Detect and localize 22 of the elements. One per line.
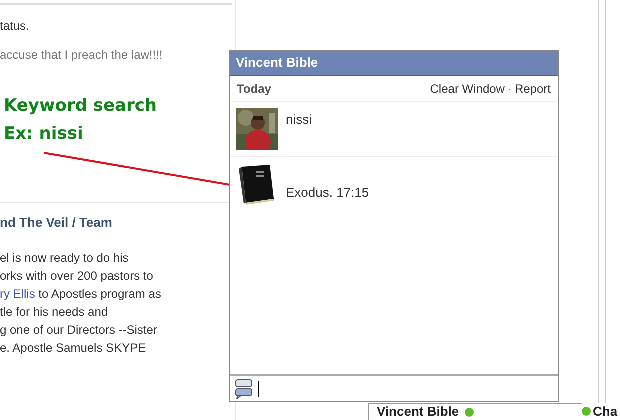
post-text-line: tle for his needs and xyxy=(0,304,110,321)
chat-action-link[interactable]: Report xyxy=(514,80,551,98)
status-text: tatus. xyxy=(0,19,30,33)
annotation-text: Ex: nissi xyxy=(4,123,84,146)
name-link[interactable]: ry Ellis xyxy=(0,287,36,301)
day-label: Today xyxy=(237,80,272,98)
post-text-line: orks with over 200 pastors to xyxy=(0,268,154,285)
message-text: nissi xyxy=(286,111,312,129)
post-text-line: el is now ready to do his xyxy=(0,250,130,267)
chat-action-link[interactable]: Clear Window xyxy=(430,80,505,98)
annotation-text: Keyword search xyxy=(4,95,158,118)
separator-dot: · xyxy=(508,80,512,98)
message-input[interactable] xyxy=(230,374,558,401)
post-text-line: g one of our Directors --Sister xyxy=(0,322,158,339)
message-text: Exodus. 17:15 xyxy=(286,184,370,202)
comment-text: accuse that I preach the law!!!! xyxy=(0,48,164,62)
post-heading: nd The Veil / Team xyxy=(0,215,114,231)
text-cursor xyxy=(258,380,259,396)
chat-bubbles-icon xyxy=(234,378,254,398)
post-text-line: e. Apostle Samuels SKYPE xyxy=(0,340,148,357)
chat-tab-title[interactable]: Vincent Bible xyxy=(377,402,460,420)
chat-title: Vincent Bible xyxy=(236,54,318,72)
